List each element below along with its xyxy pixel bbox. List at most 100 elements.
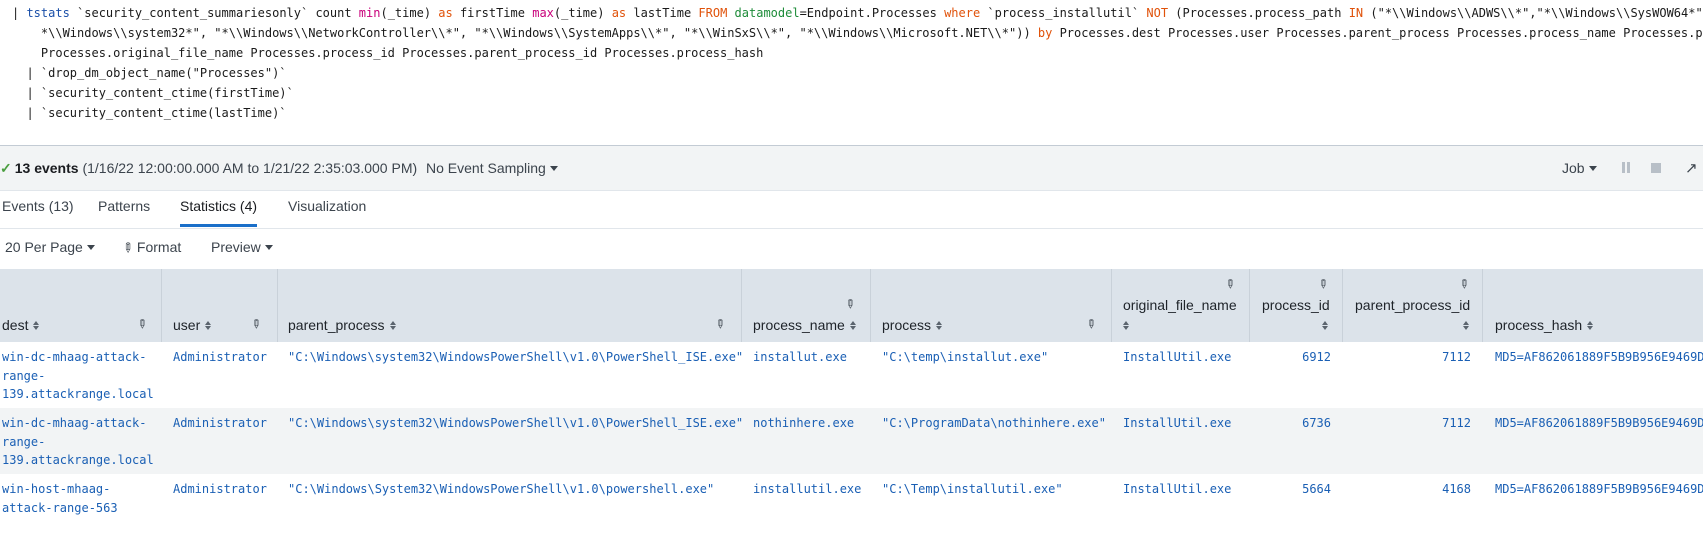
- column-label: user: [173, 317, 201, 333]
- column-header-parent-process[interactable]: parent_process ✎: [278, 269, 742, 342]
- sort-icon[interactable]: [1322, 321, 1328, 330]
- query-line: | `security_content_ctime(firstTime)`: [12, 86, 293, 100]
- format-label: Format: [136, 239, 182, 255]
- cell-user[interactable]: Administrator: [173, 480, 267, 499]
- column-header-parent-process-id[interactable]: ✎ parent_process_id: [1343, 269, 1483, 342]
- edit-column-icon[interactable]: ✎: [1456, 275, 1473, 292]
- sort-icon[interactable]: [390, 321, 396, 330]
- query-token: tstats: [26, 6, 70, 20]
- sort-icon[interactable]: [850, 321, 856, 330]
- format-button[interactable]: ✎Format: [119, 238, 182, 256]
- query-line: Processes.original_file_name Processes.p…: [12, 46, 763, 60]
- edit-column-icon[interactable]: ✎: [842, 295, 859, 312]
- query-token: min: [358, 6, 381, 20]
- cell-process-hash[interactable]: MD5=AF862061889F5B9B956E9469DC: [1495, 414, 1703, 433]
- tab-patterns[interactable]: Patterns: [98, 198, 150, 214]
- query-token: =Endpoint.Processes: [799, 6, 945, 20]
- sort-icon[interactable]: [1123, 321, 1129, 330]
- query-token: ("*\\Windows\\ADWS\\*","*\\Windows\\SysW…: [1363, 6, 1703, 20]
- cell-process[interactable]: "C:\temp\installut.exe": [882, 348, 1048, 367]
- tab-events[interactable]: Events (13): [2, 198, 74, 214]
- cell-process-hash[interactable]: MD5=AF862061889F5B9B956E9469DC: [1495, 480, 1703, 499]
- column-header-user[interactable]: user ✎: [162, 269, 278, 342]
- sort-icon[interactable]: [33, 321, 39, 330]
- query-token: (_time): [380, 6, 439, 20]
- tab-statistics[interactable]: Statistics (4): [180, 198, 257, 214]
- tab-visualization[interactable]: Visualization: [288, 198, 366, 214]
- query-token: `security_content_summariesonly` count: [69, 6, 359, 20]
- query-token: Processes.original_file_name Processes.p…: [12, 46, 764, 60]
- column-label: original_file_name: [1123, 297, 1237, 313]
- chevron-down-icon: [549, 166, 558, 171]
- edit-column-icon[interactable]: ✎: [1222, 275, 1239, 292]
- table-row: win-dc-mhaag-attack- range- 139.attackra…: [0, 342, 1703, 408]
- cell-parent-process[interactable]: "C:\Windows\system32\WindowsPowerShell\v…: [288, 348, 743, 367]
- cell-parent-process-id[interactable]: 7112: [1442, 414, 1471, 433]
- share-icon[interactable]: ↗: [1685, 159, 1698, 177]
- sort-icon[interactable]: [205, 321, 211, 330]
- cell-original-file-name[interactable]: InstallUtil.exe: [1123, 480, 1231, 499]
- cell-process-name[interactable]: installutil.exe: [753, 480, 861, 499]
- cell-process-hash[interactable]: MD5=AF862061889F5B9B956E9469DC: [1495, 348, 1703, 367]
- column-label: process: [882, 317, 932, 333]
- query-line: | `drop_dm_object_name("Processes")`: [12, 66, 286, 80]
- column-header-process-name[interactable]: ✎ process_name: [742, 269, 871, 342]
- cell-process[interactable]: "C:\ProgramData\nothinhere.exe": [882, 414, 1106, 433]
- column-label: dest: [2, 317, 29, 333]
- cell-dest[interactable]: win-dc-mhaag-attack- range- 139.attackra…: [2, 348, 154, 404]
- column-header-process[interactable]: process ✎: [871, 269, 1112, 342]
- per-page-dropdown[interactable]: 20 Per Page: [5, 239, 95, 255]
- column-label: process_hash: [1495, 317, 1583, 333]
- cell-original-file-name[interactable]: InstallUtil.exe: [1123, 348, 1231, 367]
- query-line: | tstats `security_content_summariesonly…: [12, 6, 1703, 20]
- query-token: `process_installutil`: [980, 6, 1147, 20]
- cell-process[interactable]: "C:\Temp\installutil.exe": [882, 480, 1063, 499]
- job-menu-button[interactable]: Job: [1562, 160, 1597, 176]
- cell-dest[interactable]: win-host-mhaag- attack-range-563: [2, 480, 118, 517]
- results-toolbar: 20 Per Page ✎Format Preview: [0, 229, 1703, 269]
- column-header-process-id[interactable]: ✎ process_id: [1250, 269, 1343, 342]
- event-count-summary[interactable]: ✓ 13 events (1/16/22 12:00:00.000 AM to 1…: [0, 160, 417, 177]
- cell-process-name[interactable]: nothinhere.exe: [753, 414, 854, 433]
- cell-process-id[interactable]: 6736: [1302, 414, 1331, 433]
- pencil-icon: ✎: [118, 238, 137, 257]
- sort-icon[interactable]: [1463, 321, 1469, 330]
- cell-original-file-name[interactable]: InstallUtil.exe: [1123, 414, 1231, 433]
- preview-dropdown[interactable]: Preview: [211, 239, 273, 255]
- event-sampling-dropdown[interactable]: No Event Sampling: [426, 160, 558, 176]
- sort-icon[interactable]: [1587, 321, 1593, 330]
- edit-column-icon[interactable]: ✎: [1315, 275, 1332, 292]
- query-token: (_time): [553, 6, 612, 20]
- edit-column-icon[interactable]: ✎: [1083, 315, 1100, 332]
- sort-icon[interactable]: [936, 321, 942, 330]
- cell-parent-process-id[interactable]: 4168: [1442, 480, 1471, 499]
- column-label: process_id: [1262, 297, 1330, 313]
- query-token: firstTime: [452, 6, 533, 20]
- cell-user[interactable]: Administrator: [173, 414, 267, 433]
- cell-parent-process[interactable]: "C:\Windows\System32\WindowsPowerShell\v…: [288, 480, 714, 499]
- cell-parent-process-id[interactable]: 7112: [1442, 348, 1471, 367]
- search-query-editor[interactable]: | tstats `security_content_summariesonly…: [0, 0, 1703, 146]
- query-token: as: [438, 6, 453, 20]
- column-header-process-hash[interactable]: process_hash: [1483, 269, 1703, 342]
- pause-icon[interactable]: [1621, 162, 1631, 173]
- cell-dest[interactable]: win-dc-mhaag-attack- range- 139.attackra…: [2, 414, 154, 470]
- edit-column-icon[interactable]: ✎: [134, 315, 151, 332]
- cell-process-name[interactable]: installut.exe: [753, 348, 847, 367]
- cell-parent-process[interactable]: "C:\Windows\system32\WindowsPowerShell\v…: [288, 414, 743, 433]
- column-header-dest[interactable]: dest ✎: [0, 269, 162, 342]
- column-header-original-file-name[interactable]: ✎ original_file_name: [1112, 269, 1250, 342]
- query-token: lastTime: [626, 6, 699, 20]
- check-icon: ✓: [0, 160, 12, 176]
- stop-icon[interactable]: [1651, 163, 1661, 173]
- cell-user[interactable]: Administrator: [173, 348, 267, 367]
- cell-process-id[interactable]: 5664: [1302, 480, 1331, 499]
- cell-process-id[interactable]: 6912: [1302, 348, 1331, 367]
- edit-column-icon[interactable]: ✎: [712, 315, 729, 332]
- query-token: *\\Windows\\system32*", "*\\Windows\\Net…: [12, 26, 1038, 40]
- edit-column-icon[interactable]: ✎: [248, 315, 265, 332]
- column-label: process_name: [753, 317, 845, 333]
- query-token: | `security_content_ctime(lastTime)`: [12, 106, 287, 120]
- results-tabs: Events (13) Patterns Statistics (4) Visu…: [0, 190, 1703, 229]
- query-token: NOT: [1146, 6, 1169, 20]
